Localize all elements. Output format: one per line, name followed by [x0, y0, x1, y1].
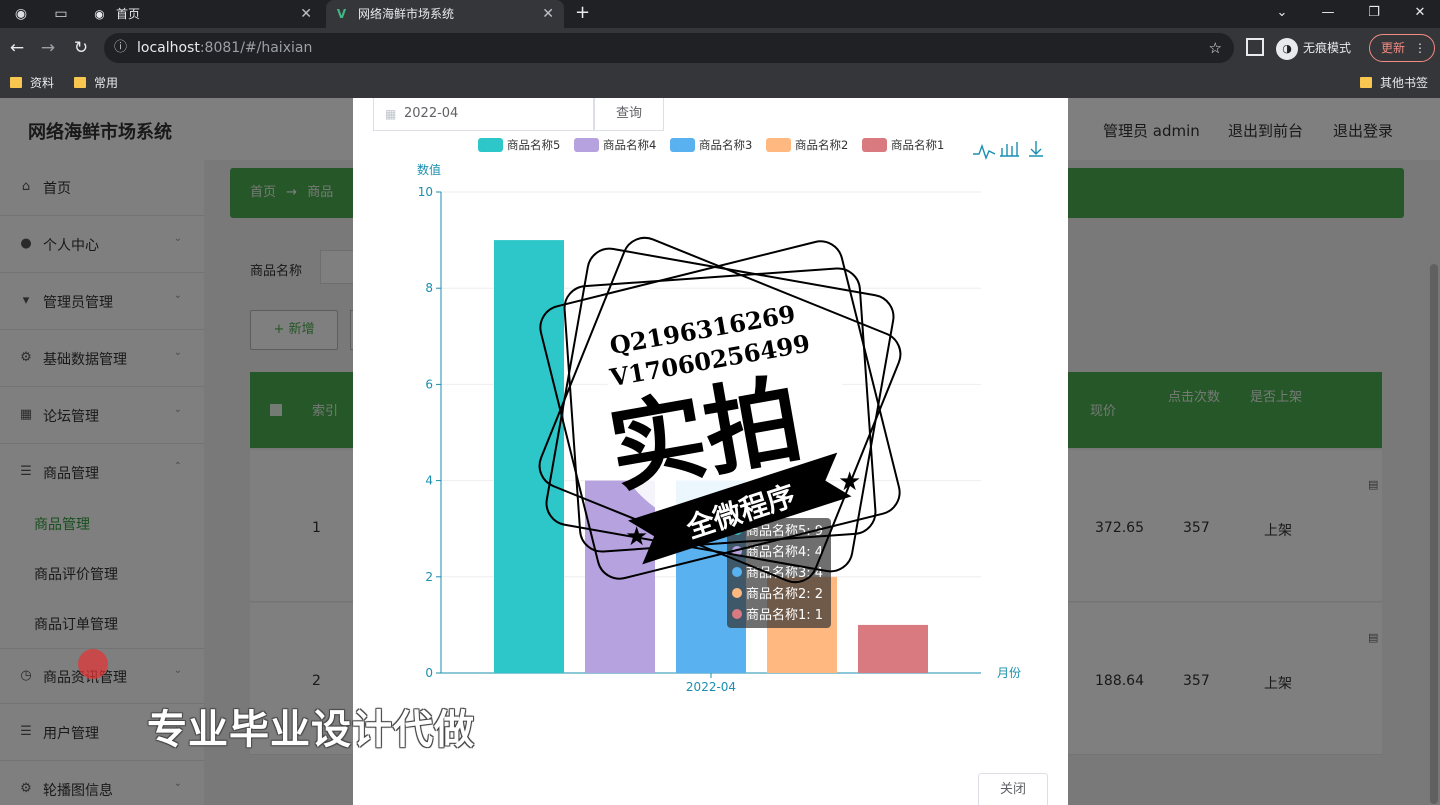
tooltip-marker	[732, 609, 742, 619]
bookmark-folder[interactable]: 常用	[74, 74, 118, 92]
window-close-icon[interactable]: ✕	[1397, 0, 1440, 28]
watermark-stamp: Q2196316269 V17060256499 实拍 全微程序 ★ ★	[538, 236, 902, 584]
incognito-indicator[interactable]: ◑ 无痕模式	[1276, 36, 1351, 60]
forward-icon[interactable]: →	[37, 36, 59, 60]
legend-swatch	[766, 138, 791, 152]
y-tick-label: 6	[425, 377, 433, 391]
y-tick-label: 0	[425, 666, 433, 680]
y-tick-label: 8	[425, 281, 433, 295]
close-icon[interactable]: ✕	[542, 0, 554, 28]
back-icon[interactable]: ←	[6, 36, 28, 60]
globe-icon[interactable]: ◉	[10, 4, 32, 24]
tab-title: 网络海鲜市场系统	[358, 7, 455, 21]
legend-label: 商品名称5	[507, 138, 560, 152]
star-icon: ★	[838, 467, 861, 497]
site-info-icon[interactable]: ⓘ	[114, 33, 127, 63]
restore-icon[interactable]: ❐	[1351, 0, 1397, 28]
address-bar[interactable]: ⓘ localhost:8081/#/haixian ☆	[104, 33, 1234, 63]
month-value: 2022-04	[404, 106, 459, 121]
minimize-icon[interactable]: —	[1305, 0, 1351, 28]
browser-tab-strip: ◉ ▭ ◉ 首页 ✕ V 网络海鲜市场系统 ✕ + ⌄ — ❐ ✕	[0, 0, 1440, 28]
tab-title: 首页	[116, 7, 141, 21]
bar-chart-icon[interactable]	[1000, 142, 1019, 157]
legend-label: 商品名称2	[795, 138, 848, 152]
y-tick-label: 2	[425, 570, 433, 584]
y-tick-label: 10	[418, 185, 433, 199]
bookmark-folder[interactable]: 资料	[10, 74, 54, 92]
folder-icon	[1360, 77, 1372, 88]
url-text: localhost:8081/#/haixian	[137, 40, 313, 56]
x-tick-label: 2022-04	[686, 680, 736, 694]
tooltip-row: 商品名称1: 1	[746, 607, 823, 623]
browser-tab-home[interactable]: ◉ 首页 ✕	[84, 0, 322, 28]
legend-swatch	[478, 138, 503, 152]
x-axis-label: 月份	[997, 666, 1021, 680]
close-icon[interactable]: ✕	[300, 0, 312, 28]
browser-toolbar: ← → ↻ ⓘ localhost:8081/#/haixian ☆ ◑ 无痕模式…	[0, 28, 1440, 68]
legend-label: 商品名称4	[603, 138, 656, 152]
mouse-cursor-highlight	[78, 649, 108, 679]
y-axis-label: 数值	[417, 162, 441, 177]
folder-icon	[74, 77, 86, 88]
incognito-icon: ◑	[1276, 37, 1298, 60]
update-button[interactable]: 更新 ⋮	[1369, 34, 1435, 62]
legend-label: 商品名称3	[699, 138, 752, 152]
bookmarks-bar: 资料 常用 其他书签	[0, 68, 1440, 98]
side-panel-icon[interactable]	[1246, 38, 1264, 56]
watermark-caption: 专业毕业设计代做	[147, 707, 475, 753]
download-icon[interactable]	[1029, 141, 1043, 157]
tab-list-chevron-icon[interactable]: ⌄	[1259, 0, 1305, 28]
legend-swatch	[574, 138, 599, 152]
query-button[interactable]: 查询	[594, 98, 664, 131]
legend-label: 商品名称1	[891, 138, 944, 152]
reload-icon[interactable]: ↻	[70, 36, 92, 60]
y-tick-label: 4	[425, 474, 433, 488]
browser-tab-app[interactable]: V 网络海鲜市场系统 ✕	[326, 0, 564, 28]
chart-bar	[858, 624, 928, 673]
tab-search-icon[interactable]: ▭	[50, 4, 72, 24]
menu-dots-icon[interactable]: ⋮	[1414, 35, 1426, 61]
close-button[interactable]: 关闭	[978, 773, 1048, 805]
globe-icon: ◉	[94, 7, 105, 21]
folder-icon	[10, 77, 22, 88]
legend-swatch	[670, 138, 695, 152]
new-tab-icon[interactable]: +	[575, 2, 590, 23]
month-picker[interactable]: ▦ 2022-04	[373, 98, 594, 131]
line-chart-icon[interactable]	[973, 143, 996, 160]
calendar-icon: ▦	[385, 107, 397, 121]
legend-swatch	[862, 138, 887, 152]
bookmark-star-icon[interactable]: ☆	[1209, 33, 1222, 63]
vue-logo-icon: V	[336, 7, 347, 21]
star-icon: ★	[625, 522, 648, 552]
other-bookmarks[interactable]: 其他书签	[1360, 74, 1428, 92]
